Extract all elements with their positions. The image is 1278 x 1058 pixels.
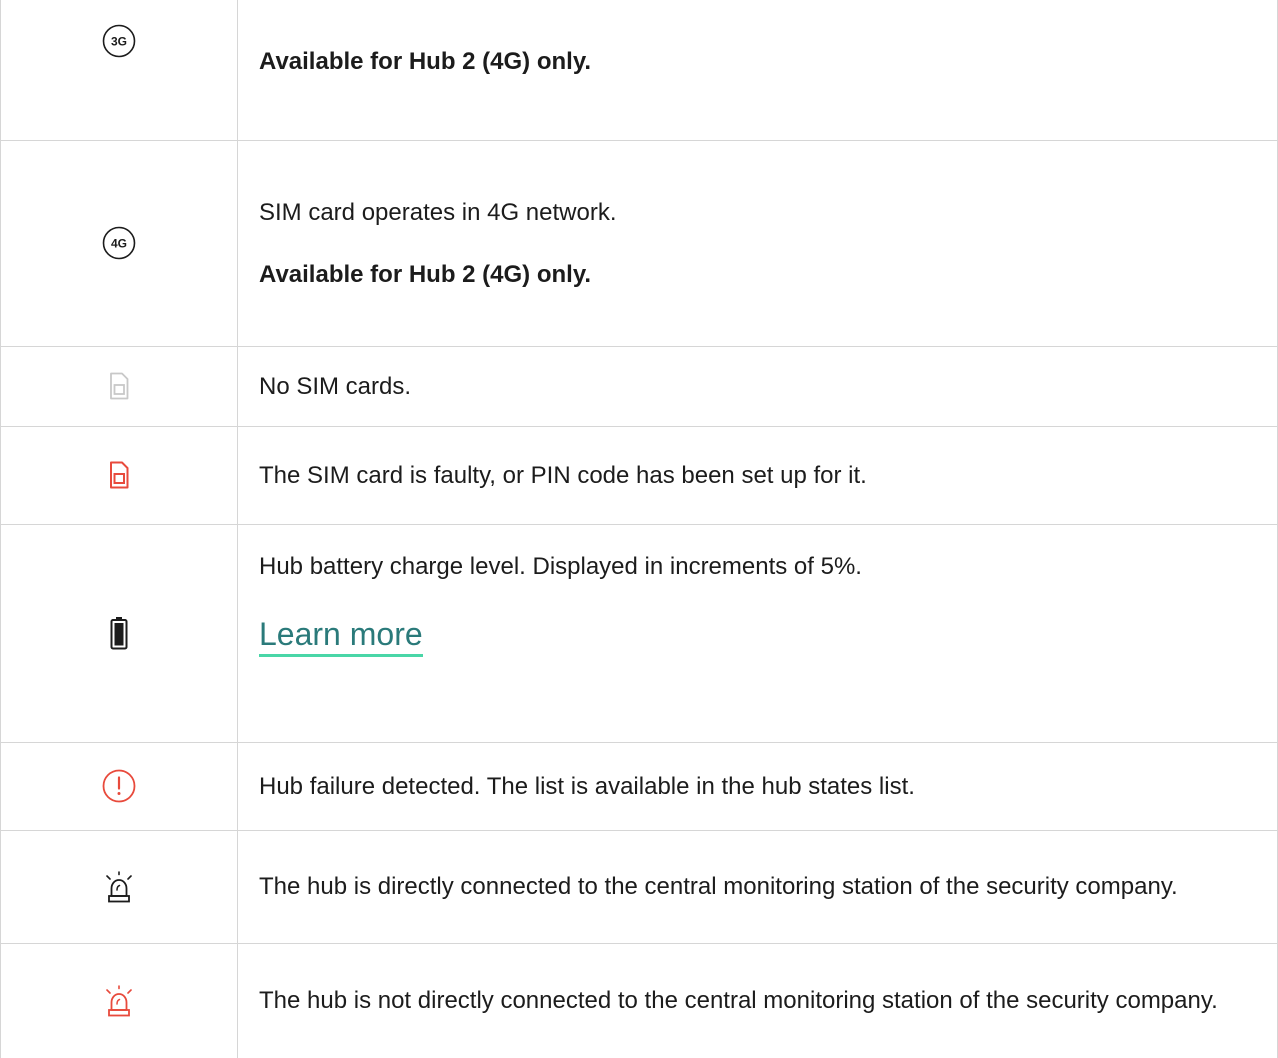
icon-cell: [0, 346, 238, 427]
description-cell: The hub is not directly connected to the…: [237, 943, 1278, 1058]
description-text: The hub is not directly connected to the…: [259, 987, 1218, 1015]
4g-icon: 4G: [102, 226, 136, 260]
sim-card-red-icon: [109, 461, 129, 489]
icon-cell: [0, 426, 238, 525]
table-row: 4G SIM card operates in 4G network. Avai…: [0, 140, 1278, 347]
table-row: 3G Available for Hub 2 (4G) only.: [0, 0, 1278, 141]
table-row: The hub is not directly connected to the…: [0, 943, 1278, 1058]
battery-icon: [110, 616, 128, 650]
3g-icon: 3G: [102, 24, 136, 58]
description-cell: Available for Hub 2 (4G) only.: [237, 0, 1278, 141]
icon-cell: [0, 830, 238, 944]
siren-icon: [104, 870, 134, 904]
alert-icon: [102, 769, 136, 803]
description-cell: Hub battery charge level. Displayed in i…: [237, 524, 1278, 743]
icon-legend-table: 3G Available for Hub 2 (4G) only. 4G SIM…: [0, 0, 1278, 1058]
description-text: The SIM card is faulty, or PIN code has …: [259, 461, 867, 489]
icon-cell: [0, 742, 238, 831]
table-row: The hub is directly connected to the cen…: [0, 830, 1278, 944]
icon-cell: [0, 524, 238, 743]
description-text: SIM card operates in 4G network.: [259, 198, 617, 226]
description-cell: No SIM cards.: [237, 346, 1278, 427]
siren-red-icon: [104, 984, 134, 1018]
description-cell: Hub failure detected. The list is availa…: [237, 742, 1278, 831]
description-cell: The SIM card is faulty, or PIN code has …: [237, 426, 1278, 525]
table-row: Hub battery charge level. Displayed in i…: [0, 524, 1278, 743]
table-row: Hub failure detected. The list is availa…: [0, 742, 1278, 831]
description-text: Hub battery charge level. Displayed in i…: [259, 552, 862, 580]
icon-cell: [0, 943, 238, 1058]
description-cell: SIM card operates in 4G network. Availab…: [237, 140, 1278, 347]
icon-cell: 3G: [0, 0, 238, 141]
svg-text:3G: 3G: [111, 35, 127, 49]
svg-text:4G: 4G: [111, 237, 127, 251]
table-row: The SIM card is faulty, or PIN code has …: [0, 426, 1278, 525]
availability-note: Available for Hub 2 (4G) only.: [259, 48, 592, 75]
description-text: The hub is directly connected to the cen…: [259, 873, 1178, 900]
description-text: Hub failure detected. The list is availa…: [259, 772, 915, 800]
table-row: No SIM cards.: [0, 346, 1278, 427]
description-cell: The hub is directly connected to the cen…: [237, 830, 1278, 944]
icon-cell: 4G: [0, 140, 238, 347]
sim-card-gray-icon: [109, 372, 129, 400]
learn-more-link[interactable]: Learn more: [259, 614, 423, 657]
availability-note: Available for Hub 2 (4G) only.: [259, 260, 592, 288]
description-text: No SIM cards.: [259, 372, 412, 400]
